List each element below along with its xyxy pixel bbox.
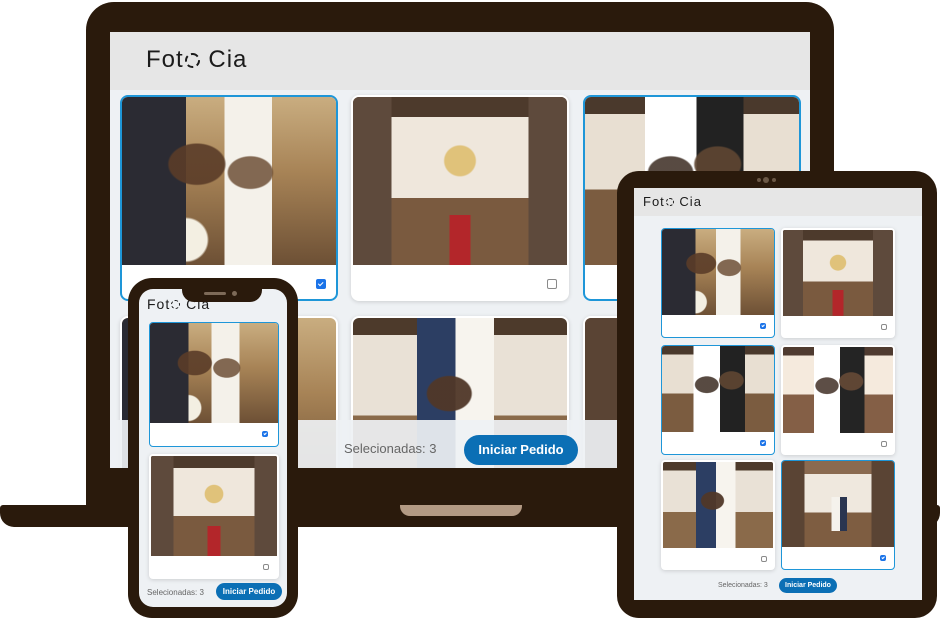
photo-card[interactable] [661,460,775,570]
tablet-screen: Fot Cia Selecionadas: 3 Iniciar Pedido [634,188,922,600]
photo-card[interactable] [661,345,775,455]
wedding-photo [151,456,277,556]
photo-card[interactable] [149,454,279,579]
selected-count: Selecionadas: 3 [147,588,204,597]
photo-select-checkbox[interactable] [761,556,767,562]
wedding-photo [783,347,893,433]
start-order-button[interactable]: Iniciar Pedido [779,578,837,593]
phone-notch [182,286,262,302]
shutter-icon [184,53,200,68]
photo-select-checkbox[interactable] [263,564,269,570]
photo-select-checkbox[interactable] [760,323,766,329]
camera-dot [757,178,761,182]
device-mockup-scene: Fot Cia Selecionadas: 3 Iniciar Pedido F… [0,0,940,620]
photo-select-checkbox[interactable] [760,440,766,446]
app-header: Fot Cia [110,32,810,90]
selected-count: Selecionadas: 3 [344,441,437,456]
photo-card[interactable] [781,228,895,338]
wedding-photo [662,346,774,432]
wedding-photo [662,229,774,315]
photo-card[interactable] [781,460,895,570]
app-logo[interactable]: Fot Cia [146,46,247,74]
photo-select-checkbox[interactable] [880,555,886,561]
photo-card[interactable] [661,228,775,338]
photo-card[interactable] [149,322,279,447]
wedding-photo [663,462,773,548]
selected-count: Selecionadas: 3 [718,582,768,589]
photo-select-checkbox[interactable] [262,431,268,437]
laptop-trackpad-notch [400,505,522,516]
photo-select-checkbox[interactable] [881,441,887,447]
wedding-photo [782,461,894,547]
app-header: Fot Cia [634,188,922,216]
phone-screen: Fot Cia Selecionadas: 3 Iniciar Pedido [139,289,287,607]
photo-card[interactable] [781,345,895,455]
wedding-photo [150,323,278,423]
wedding-photo [783,230,893,316]
photo-select-checkbox[interactable] [547,279,557,289]
photo-card[interactable] [351,95,569,301]
shutter-icon [171,300,181,309]
start-order-button[interactable]: Iniciar Pedido [216,583,282,600]
speaker-grille [204,292,226,295]
wedding-photo [353,97,567,265]
photo-select-checkbox[interactable] [316,279,326,289]
wedding-photo [122,97,336,265]
camera-dot [772,178,776,182]
photo-card[interactable] [120,95,338,301]
photo-select-checkbox[interactable] [881,324,887,330]
shutter-icon [665,198,674,206]
start-order-button[interactable]: Iniciar Pedido [464,435,578,465]
app-logo[interactable]: Fot Cia [643,194,702,209]
front-camera [232,291,237,296]
camera-lens [763,177,769,183]
